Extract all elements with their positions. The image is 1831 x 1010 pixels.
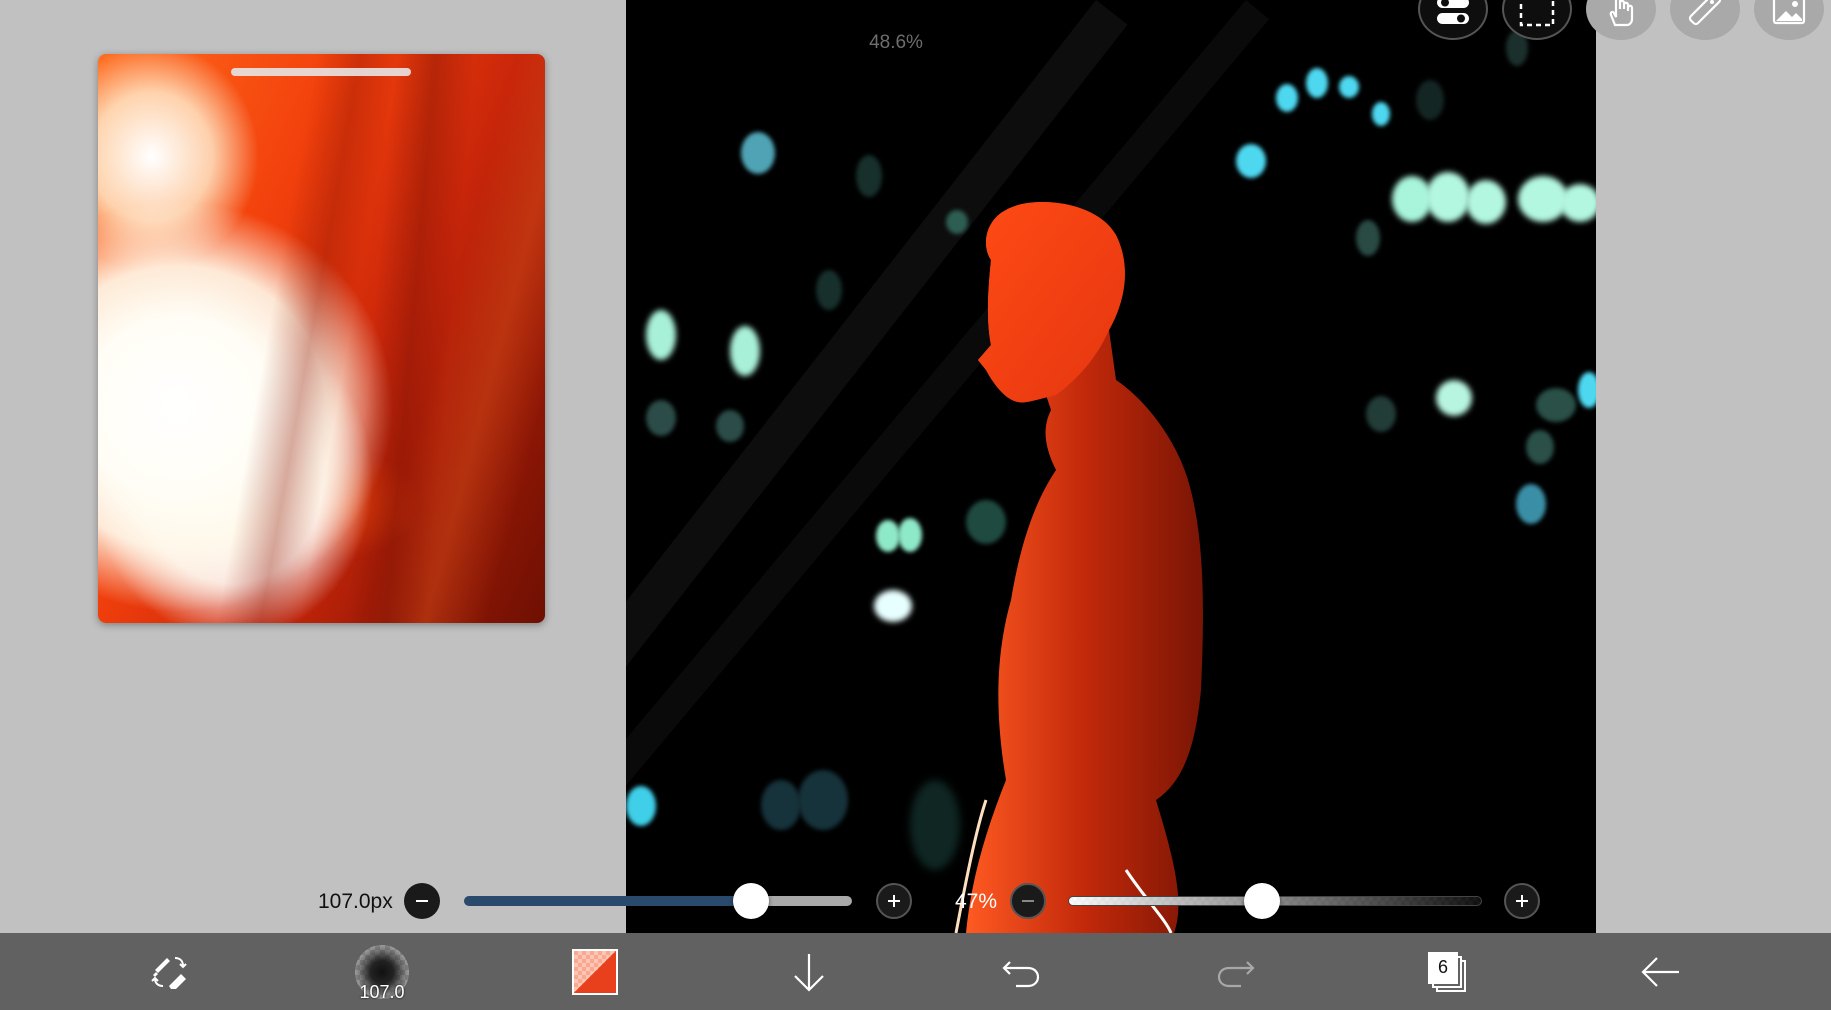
reference-image xyxy=(98,54,545,623)
layers-button[interactable]: 6 xyxy=(1403,933,1493,1010)
opacity-decrease-button[interactable] xyxy=(1010,883,1046,919)
hand-icon xyxy=(1609,0,1634,27)
brush-picker-button[interactable]: 107.0 xyxy=(337,933,427,1010)
layer-count: 6 xyxy=(1437,956,1448,977)
download-button[interactable] xyxy=(764,933,854,1010)
figure-silhouette xyxy=(954,202,1203,933)
workspace[interactable]: 48.6% xyxy=(0,0,1831,933)
undo-button[interactable] xyxy=(977,933,1067,1010)
ruler-tool-button[interactable] xyxy=(1670,0,1740,40)
brush-size-slider-thumb[interactable] xyxy=(733,883,769,919)
tool-swap-button[interactable] xyxy=(124,933,214,1010)
down-arrow-icon xyxy=(794,953,824,992)
selection-icon xyxy=(1519,0,1555,27)
image-icon xyxy=(1772,0,1806,25)
brush-size-decrease-button[interactable] xyxy=(404,883,440,919)
redo-button[interactable] xyxy=(1190,933,1280,1010)
hand-tool-button[interactable] xyxy=(1586,0,1656,40)
back-arrow-icon xyxy=(1641,956,1679,987)
brush-preview: 107.0 xyxy=(355,944,409,1002)
color-swatch xyxy=(572,948,618,995)
redo-icon xyxy=(1217,960,1255,987)
bottom-toolbar: 107.0 6 xyxy=(0,933,1831,1010)
drawing-canvas[interactable]: 48.6% xyxy=(626,0,1596,933)
undo-icon xyxy=(1002,960,1040,987)
layers-icon: 6 xyxy=(1428,951,1468,992)
opacity-increase-button[interactable] xyxy=(1504,883,1540,919)
brush-size-increase-button[interactable] xyxy=(876,883,912,919)
zoom-level-label: 48.6% xyxy=(869,32,923,53)
minus-icon xyxy=(416,900,428,902)
brush-settings-row: 107.0px 47% xyxy=(0,870,1831,932)
plus-icon xyxy=(888,895,900,907)
reference-panel-drag-handle[interactable] xyxy=(231,68,411,76)
pen-eraser-swap-icon xyxy=(151,956,187,989)
brush-size-label: 107.0px xyxy=(318,890,393,913)
reference-panel[interactable] xyxy=(98,54,545,623)
opacity-label: 47% xyxy=(955,890,998,913)
color-picker-button[interactable] xyxy=(550,933,640,1010)
back-button[interactable] xyxy=(1616,933,1706,1010)
brush-size-slider-fill xyxy=(464,896,752,906)
toggle-icon xyxy=(1437,0,1469,24)
plus-icon xyxy=(1516,895,1528,907)
brush-size-value: 107.0 xyxy=(359,981,405,1002)
ruler-icon xyxy=(1688,0,1722,26)
minus-icon xyxy=(1022,900,1034,902)
image-tool-button[interactable] xyxy=(1754,0,1824,40)
opacity-slider-thumb[interactable] xyxy=(1244,883,1280,919)
